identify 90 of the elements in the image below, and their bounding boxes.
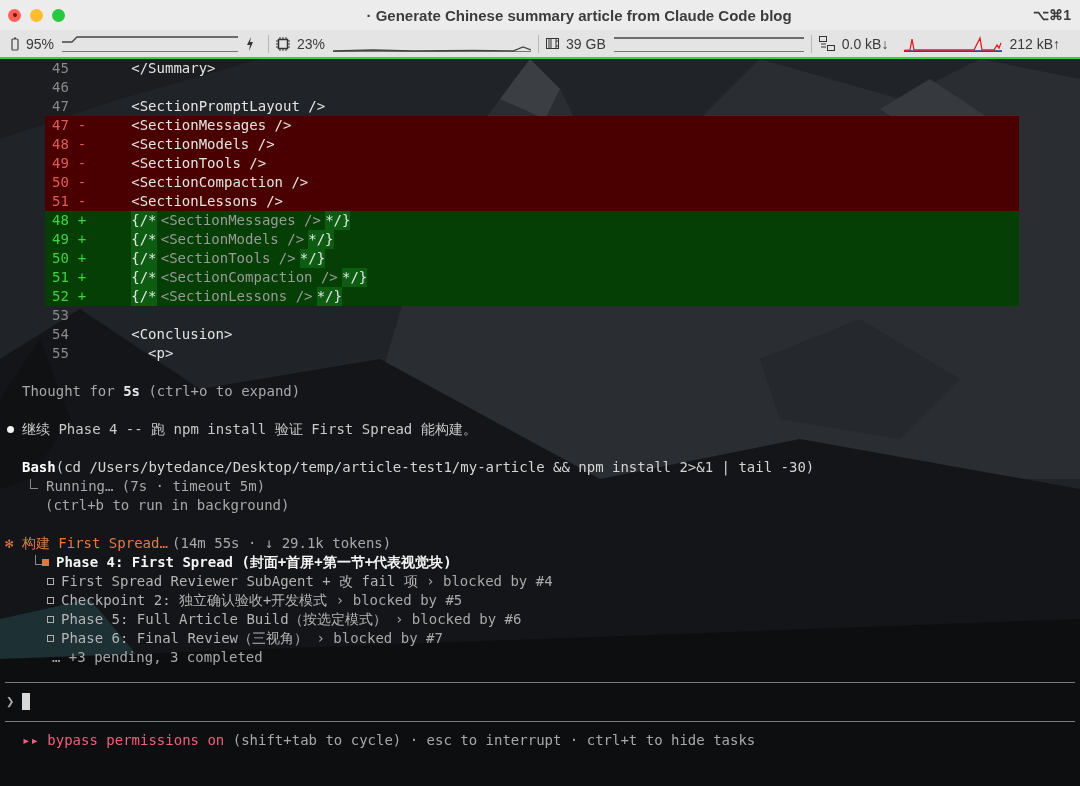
blocked-note: › blocked by #7 xyxy=(316,629,443,648)
tool-status: Running… (7s · timeout 5m) xyxy=(46,477,266,496)
comment-marker: {/* xyxy=(131,230,157,249)
prompt-symbol: ❯ xyxy=(6,692,15,711)
diff-sign: + xyxy=(77,230,87,249)
task-title: First Spread Reviewer SubAgent + 改 fail 项 xyxy=(61,572,418,591)
comment-marker: */} xyxy=(299,249,326,268)
cpu-percent: 23% xyxy=(297,35,326,52)
upload-rate: 212 kB↑ xyxy=(1009,35,1061,52)
keyboard-hints: (shift+tab to cycle) · esc to interrupt · ctrl+t to hide tasks xyxy=(232,731,756,750)
zoom-button[interactable] xyxy=(52,8,65,22)
code-text: </Summary> xyxy=(131,59,216,78)
network-icon xyxy=(818,36,835,51)
download-rate: 0.0 kB↓ xyxy=(841,35,889,52)
task-progress-label: 构建 First Spread… xyxy=(21,534,168,553)
task-summary: … +3 pending, 3 completed xyxy=(52,648,263,667)
commented-code: <SectionMessages /> xyxy=(159,211,322,230)
line-number: 53 xyxy=(52,306,69,325)
task-title: Phase 4: First Spread (封面+首屏+第一节+代表视觉块) xyxy=(56,553,452,572)
line-number: 51 xyxy=(52,192,69,211)
line-number: 54 xyxy=(52,325,69,344)
code-text: <p> xyxy=(147,344,174,363)
commented-code: <SectionLessons /> xyxy=(159,287,314,306)
line-number: 49 xyxy=(52,154,69,173)
line-number: 47 xyxy=(52,116,69,135)
code-text: <SectionLessons /> xyxy=(131,192,283,211)
task-title: Checkpoint 2: 独立确认验收+开发模式 xyxy=(61,591,328,610)
line-number: 50 xyxy=(52,173,69,192)
diff-sign: - xyxy=(77,192,87,211)
code-text: <SectionTools /> xyxy=(131,154,267,173)
blocked-note: › blocked by #4 xyxy=(426,572,553,591)
diff-sign: + xyxy=(77,268,87,287)
task-title: Phase 5: Full Article Build（按选定模式） xyxy=(61,610,387,629)
battery-icon xyxy=(11,36,19,51)
line-number: 49 xyxy=(52,230,69,249)
comment-marker: */} xyxy=(342,268,368,287)
blocked-note: › blocked by #5 xyxy=(335,591,463,610)
window-title: · Generate Chinese summary article from Claude Code blog xyxy=(365,6,793,24)
task-stats: (14m 55s · ↓ 29.1k tokens) xyxy=(172,534,392,553)
comment-marker: {/* xyxy=(131,249,157,268)
close-button[interactable] xyxy=(8,8,21,22)
line-number: 52 xyxy=(52,287,69,306)
blocked-note: › blocked by #6 xyxy=(395,610,522,629)
lightning-icon xyxy=(246,36,255,51)
code-text: <Conclusion> xyxy=(131,325,233,344)
prompt-input[interactable]: ❯ xyxy=(6,692,1080,711)
line-number: 51 xyxy=(52,268,69,287)
battery-percent: 95% xyxy=(26,35,55,52)
chip-icon xyxy=(276,36,291,51)
cursor-icon xyxy=(22,693,31,710)
comment-marker: */} xyxy=(325,211,351,230)
commented-code: <SectionCompaction /> xyxy=(159,268,339,287)
diff-sign: + xyxy=(77,287,87,306)
comment-marker: {/* xyxy=(131,211,157,230)
spinner-icon: ✻ xyxy=(5,534,14,553)
comment-marker: {/* xyxy=(131,268,157,287)
comment-marker: */} xyxy=(316,287,342,306)
memory-usage: 39 GB xyxy=(566,35,606,52)
tool-command: Bash(cd /Users/bytedance/Desktop/temp/article-test1/my-article && npm install 2>&1 | tail -30) xyxy=(22,458,815,477)
bullet-icon xyxy=(7,426,14,433)
line-number: 48 xyxy=(52,211,69,230)
diff-sign: - xyxy=(77,135,87,154)
line-number: 46 xyxy=(52,78,69,97)
thinking-status: Thought for 5s (ctrl+o to expand) xyxy=(22,382,301,401)
comment-marker: */} xyxy=(308,230,334,249)
code-text: <SectionCompaction /> xyxy=(131,173,309,192)
task-title: Phase 6: Final Review（三视角） xyxy=(61,629,308,648)
shortcut-label: ⌥⌘1 xyxy=(1033,7,1072,23)
code-text: <SectionMessages /> xyxy=(131,116,292,135)
commented-code: <SectionTools /> xyxy=(159,249,297,268)
commented-code: <SectionModels /> xyxy=(159,230,306,249)
diff-sign: + xyxy=(77,211,87,230)
permission-mode: ▸▸ bypass permissions on xyxy=(22,731,225,750)
line-number: 45 xyxy=(52,59,69,78)
assistant-message: 继续 Phase 4 -- 跑 npm install 验证 First Spread 能构建。 xyxy=(22,420,477,439)
diff-sign: + xyxy=(77,249,87,268)
code-text: <SectionPromptLayout /> xyxy=(131,97,326,116)
line-number: 48 xyxy=(52,135,69,154)
minimize-button[interactable] xyxy=(30,8,43,22)
diff-sign: - xyxy=(77,116,87,135)
line-number: 47 xyxy=(52,97,69,116)
tool-hint: (ctrl+b to run in background) xyxy=(45,496,290,515)
tree-connector-icon xyxy=(30,478,38,489)
line-number: 55 xyxy=(52,344,69,363)
memory-icon xyxy=(546,37,560,50)
diff-sign: - xyxy=(77,173,87,192)
comment-marker: {/* xyxy=(131,287,157,306)
line-number: 50 xyxy=(52,249,69,268)
diff-sign: - xyxy=(77,154,87,173)
code-text: <SectionModels /> xyxy=(131,135,275,154)
